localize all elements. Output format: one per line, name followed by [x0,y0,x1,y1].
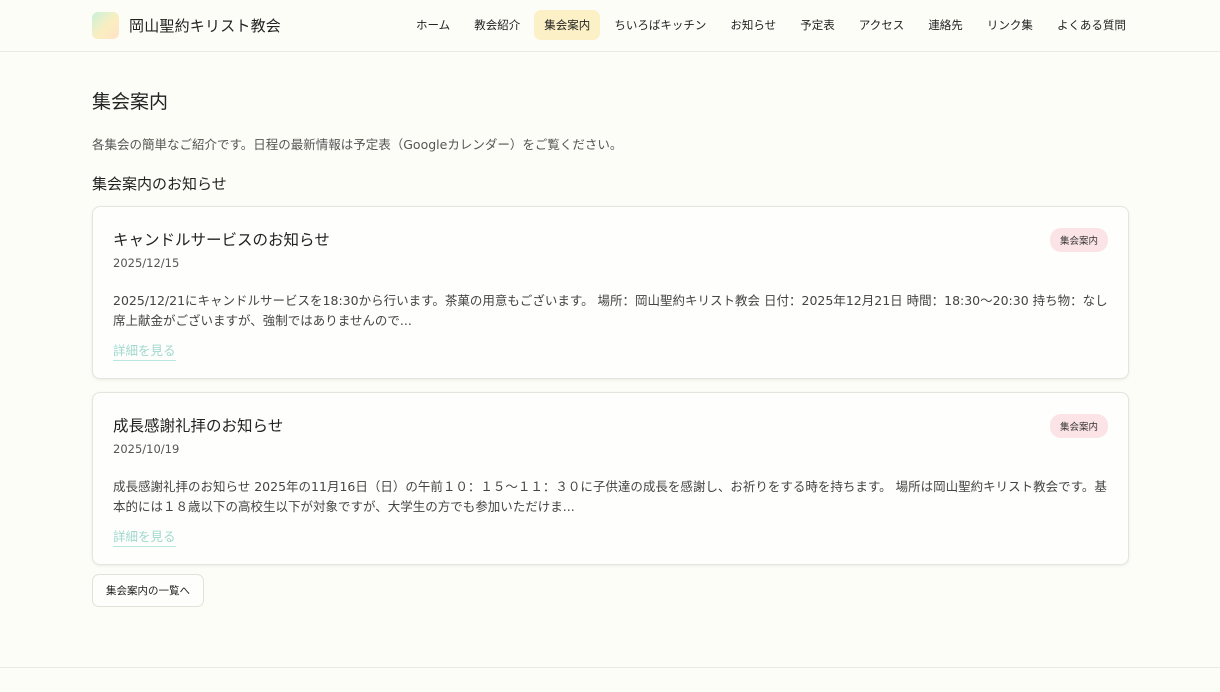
category-badge: 集会案内 [1049,228,1108,252]
page-title: 集会案内 [92,91,169,113]
post-date: 2025/10/19 [113,442,180,456]
section-title: 集会案内のお知らせ [92,175,227,193]
post-card: キャンドルサービスのお知らせ 集会案内 2025/12/15 2025/12/2… [92,206,1129,379]
post-excerpt: 2025/12/21にキャンドルサービスを18:30から行います。茶菓の用意もご… [113,293,1108,328]
nav-item-faq[interactable]: よくある質問 [1047,10,1136,40]
post-date: 2025/12/15 [113,256,180,270]
nav-item-chiiroba-kitchen[interactable]: ちいろばキッチン [604,10,716,40]
post-details-link[interactable]: 詳細を見る [113,526,176,547]
nav-item-gatherings[interactable]: 集会案内 [534,10,601,40]
post-card: 成長感謝礼拝のお知らせ 集会案内 2025/10/19 成長感謝礼拝のお知らせ … [92,392,1129,565]
post-title: キャンドルサービスのお知らせ [113,231,330,249]
footer-divider [0,667,1220,668]
category-badge: 集会案内 [1049,414,1108,438]
post-title: 成長感謝礼拝のお知らせ [113,417,284,435]
gatherings-list-button[interactable]: 集会案内の一覧へ [92,574,204,607]
site-name: 岡山聖約キリスト教会 [129,16,282,35]
site-brand-link[interactable]: 岡山聖約キリスト教会 [92,11,281,39]
post-excerpt: 成長感謝礼拝のお知らせ 2025年の11月16日（日）の午前１０：１５〜１１：３… [113,479,1107,514]
church-logo-icon [92,11,119,39]
nav-item-access[interactable]: アクセス [849,10,914,40]
nav-item-home[interactable]: ホーム [406,10,460,40]
nav-item-about[interactable]: 教会紹介 [464,10,530,40]
nav-item-schedule[interactable]: 予定表 [790,10,845,40]
site-header: 岡山聖約キリスト教会 ホーム 教会紹介 集会案内 ちいろばキッチン お知らせ 予… [0,0,1220,52]
post-details-link[interactable]: 詳細を見る [113,340,176,361]
nav-item-news[interactable]: お知らせ [720,10,786,40]
nav-item-contact[interactable]: 連絡先 [918,10,973,40]
nav-item-links[interactable]: リンク集 [977,10,1043,40]
page-intro: 各集会の簡単なご紹介です。日程の最新情報は予定表（Googleカレンダー）をご覧… [92,137,623,152]
main-nav: ホーム 教会紹介 集会案内 ちいろばキッチン お知らせ 予定表 アクセス 連絡先… [406,10,1136,40]
